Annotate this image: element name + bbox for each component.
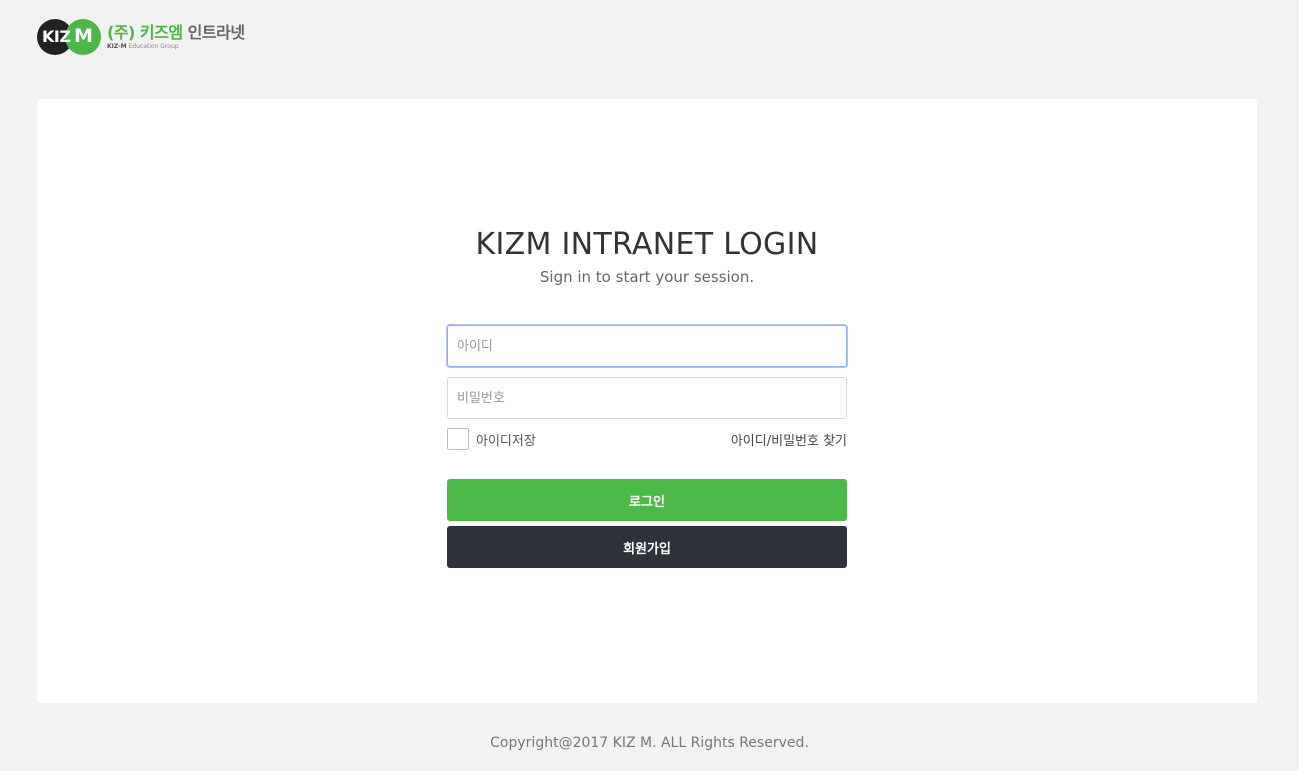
remember-id-label[interactable]: 아이디저장 [476, 430, 536, 449]
logo-title-suffix: 인트라넷 [187, 22, 245, 42]
kizm-logo-mark: KIZ M [37, 18, 101, 56]
login-options: 아이디저장 아이디/비밀번호 찾기 [447, 428, 847, 450]
password-input[interactable] [447, 377, 847, 419]
company-logo[interactable]: KIZ M (주) 키즈엠 인트라넷 KIZ-M Education Group [37, 18, 245, 56]
login-card: KIZM INTRANET LOGIN Sign in to start you… [37, 99, 1257, 703]
footer-copyright: Copyright@2017 KIZ M. ALL Rights Reserve… [490, 735, 809, 751]
login-subtitle: Sign in to start your session. [539, 268, 755, 286]
logo-subtitle: KIZ-M Education Group [107, 43, 245, 51]
find-id-password-link[interactable]: 아이디/비밀번호 찾기 [731, 430, 847, 449]
logo-subtitle-text: Education Group [128, 42, 179, 50]
login-title: KIZM INTRANET LOGIN [475, 227, 819, 262]
user-id-input[interactable] [447, 325, 847, 367]
login-button[interactable]: 로그인 [447, 479, 847, 521]
signup-button[interactable]: 회원가입 [447, 526, 847, 568]
logo-mark-left: KIZ [42, 27, 71, 46]
logo-title: (주) 키즈엠 인트라넷 [107, 22, 245, 42]
logo-mark-right: M [74, 25, 93, 47]
logo-text: (주) 키즈엠 인트라넷 KIZ-M Education Group [107, 22, 245, 51]
logo-subtitle-brand: KIZ-M [107, 42, 127, 50]
logo-title-prefix: (주) 키즈엠 [107, 22, 183, 42]
remember-id-checkbox[interactable] [447, 428, 469, 450]
